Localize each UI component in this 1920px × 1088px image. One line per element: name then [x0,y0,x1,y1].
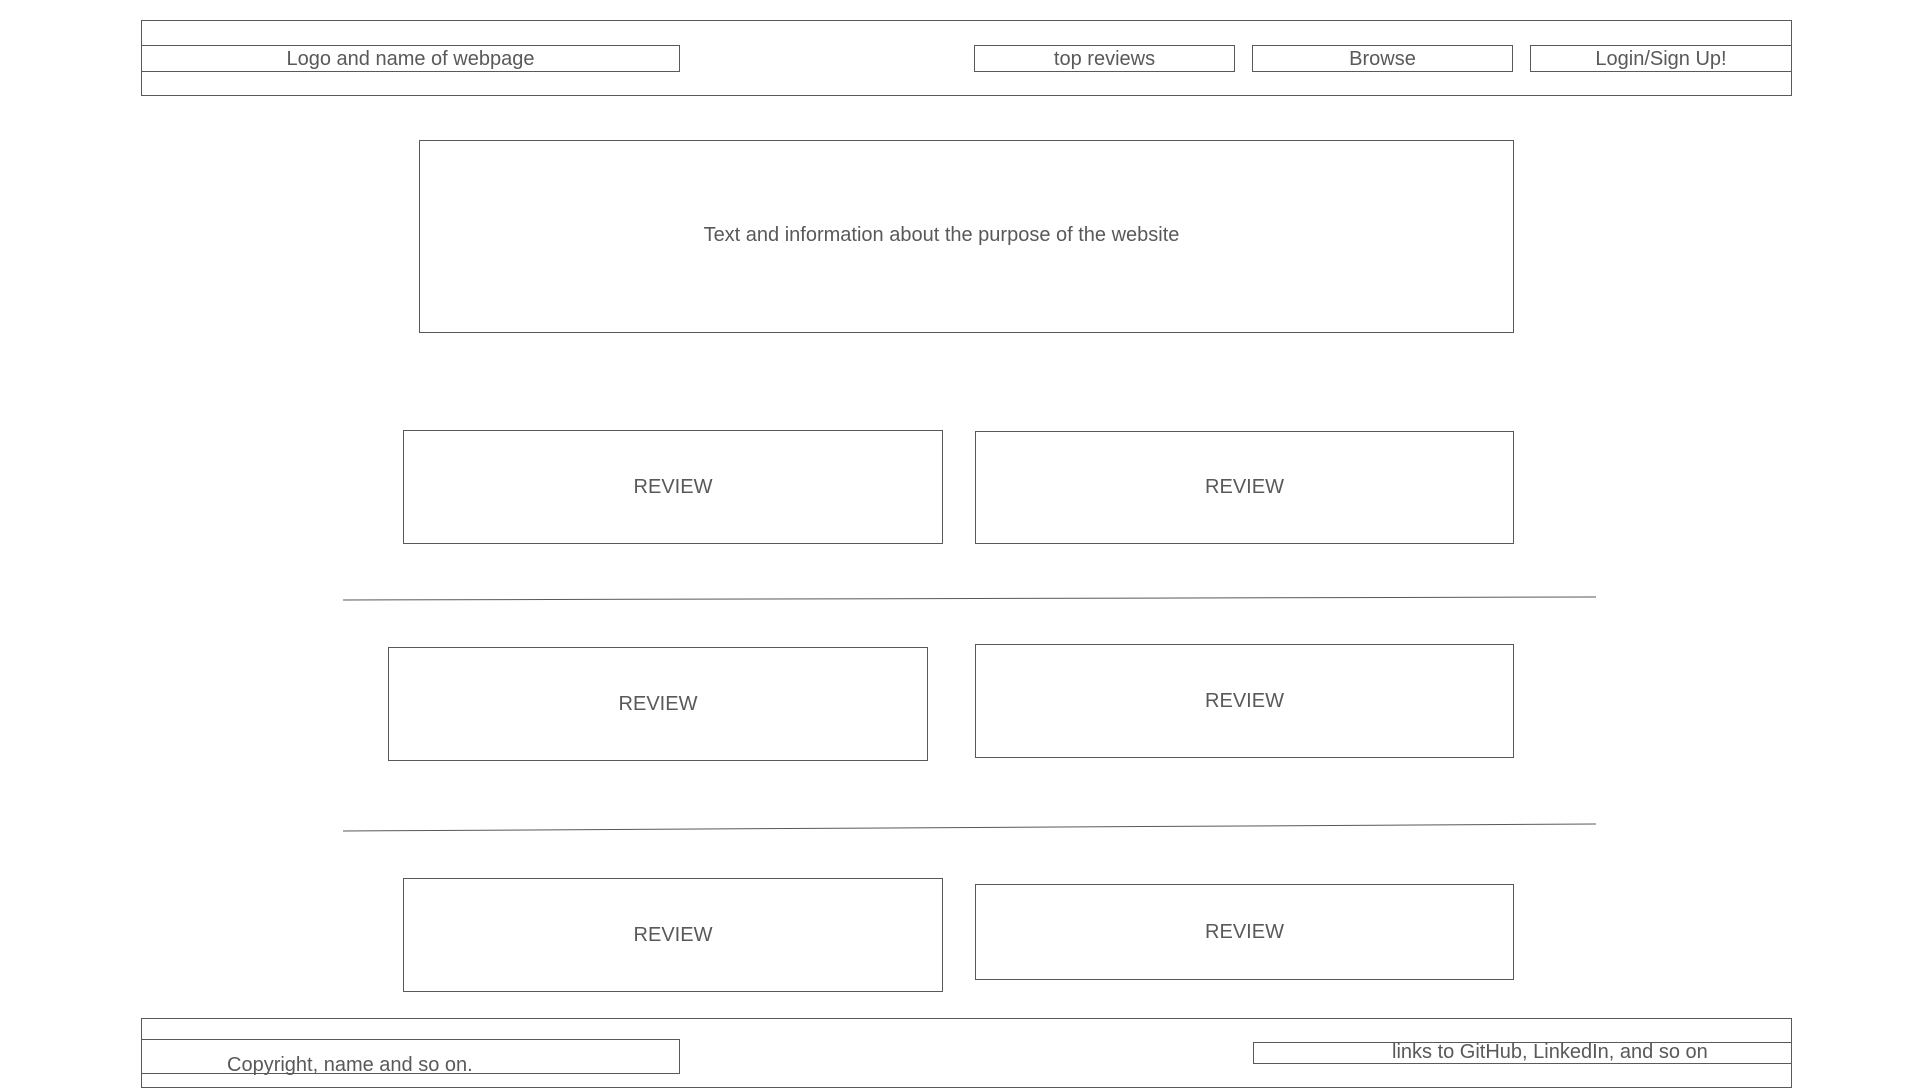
review-label: REVIEW [1205,689,1284,712]
hero-info-panel: Text and information about the purpose o… [419,140,1514,333]
footer-copyright-text: Copyright, name and so on. [227,1054,473,1076]
nav-login-signup-label: Login/Sign Up! [1595,47,1727,70]
nav-top-reviews-label: top reviews [1053,47,1156,70]
review-label: REVIEW [1205,476,1284,498]
logo-and-site-name[interactable]: Logo and name of webpage [141,45,680,72]
hero-text: Text and information about the purpose o… [703,224,1180,246]
footer-copyright-box: Copyright, name and so on. [141,1039,680,1076]
review-card[interactable]: REVIEW [388,647,928,761]
review-label: REVIEW [633,475,713,498]
review-card[interactable]: REVIEW [403,878,943,992]
review-card[interactable]: REVIEW [975,884,1514,980]
footer-links-text[interactable]: links to GitHub, LinkedIn, and so on [1392,1040,1708,1064]
divider-line [342,596,1597,601]
divider-line [342,823,1597,832]
review-label: REVIEW [1205,920,1284,943]
logo-text: Logo and name of webpage [286,47,535,70]
nav-login-signup-button[interactable]: Login/Sign Up! [1530,45,1792,72]
review-label: REVIEW [618,692,698,715]
footer-links-box[interactable]: links to GitHub, LinkedIn, and so on [1253,1040,1792,1064]
review-card[interactable]: REVIEW [975,644,1514,758]
review-card[interactable]: REVIEW [975,431,1514,544]
review-card[interactable]: REVIEW [403,430,943,544]
nav-browse-label: Browse [1349,47,1416,70]
review-label: REVIEW [633,923,713,946]
nav-top-reviews-button[interactable]: top reviews [974,45,1235,72]
nav-browse-button[interactable]: Browse [1252,45,1513,72]
